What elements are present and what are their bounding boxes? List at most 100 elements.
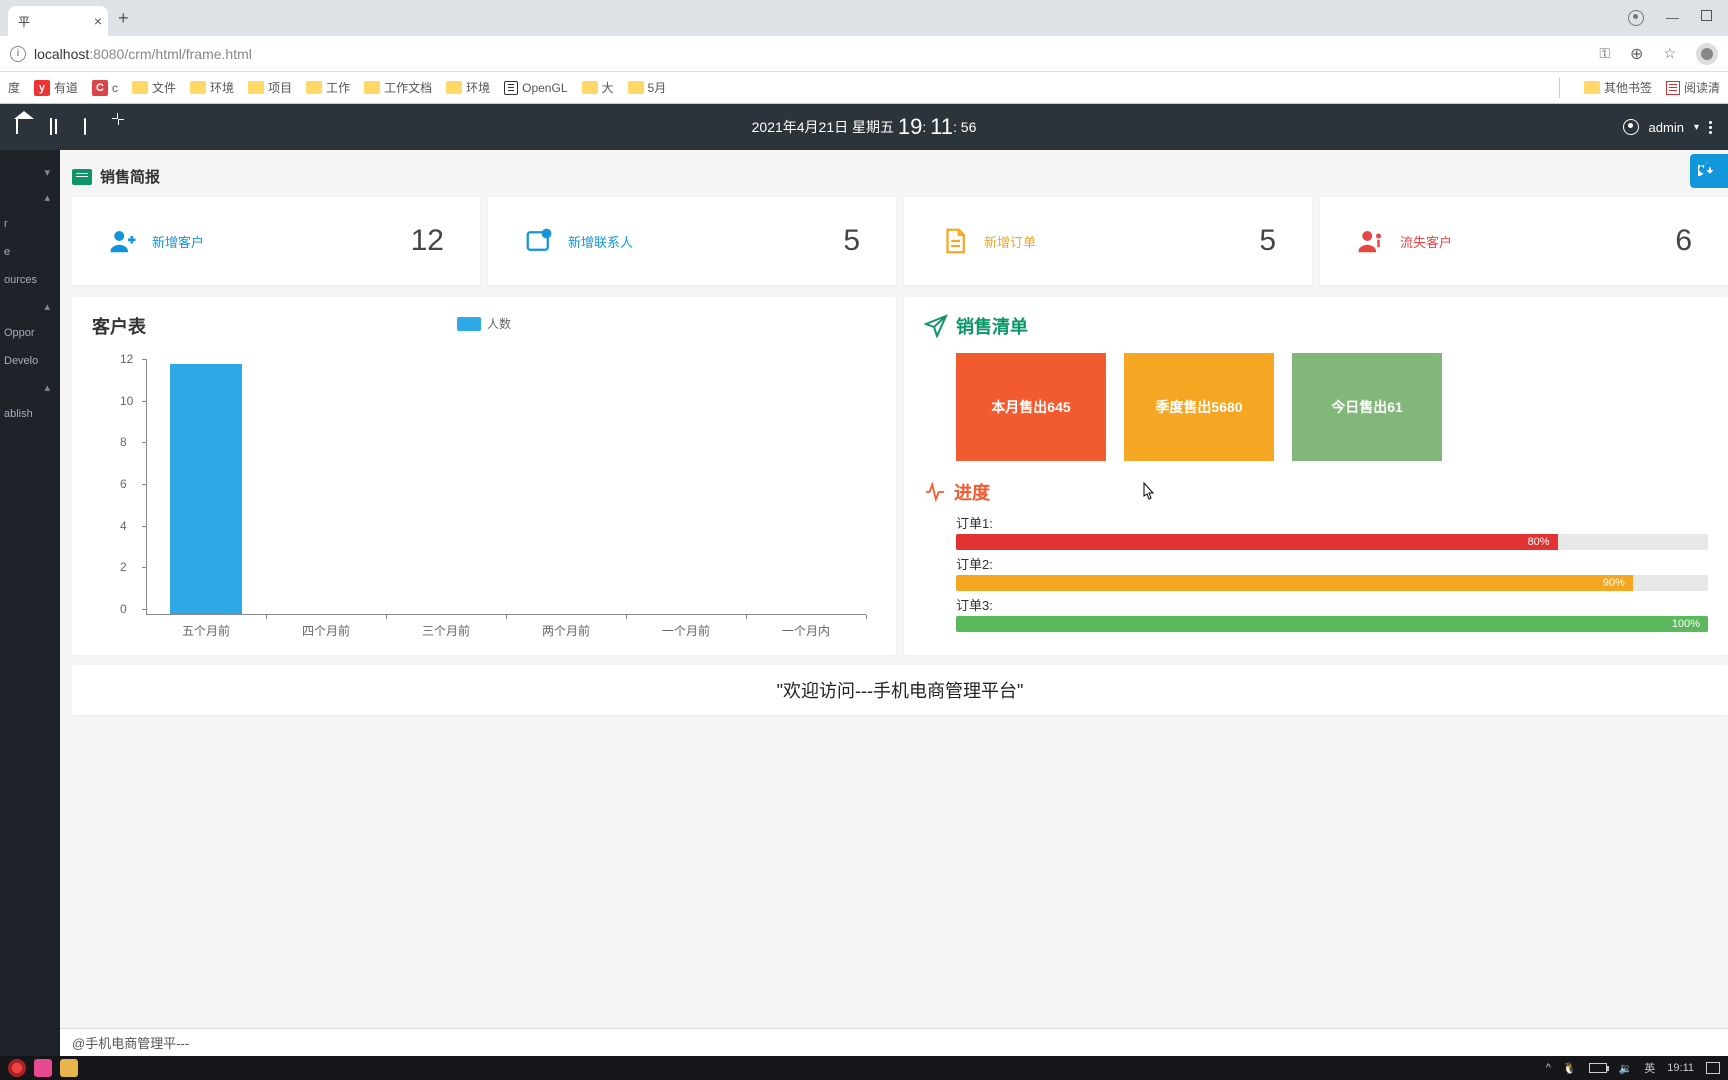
tray-volume-icon[interactable]: 🔉	[1619, 1062, 1633, 1075]
window-minimize-icon[interactable]: —	[1666, 10, 1679, 26]
bookmark-item[interactable]: 文件	[132, 79, 176, 96]
chart-legend: 人数	[457, 315, 511, 332]
new-tab-button[interactable]: +	[118, 8, 129, 29]
sidebar-item[interactable]: Oppor	[0, 319, 60, 347]
folder-icon	[306, 81, 322, 94]
stat-new-customers[interactable]: 新增客户 12	[72, 197, 480, 285]
sales-quarter-box[interactable]: 季度售出5680	[1124, 353, 1274, 461]
taskbar-app-icon[interactable]	[60, 1059, 78, 1077]
main-content: 销售简报 新增客户 12 新增联系人 5 新增订单 5 流失客户 6	[60, 150, 1728, 1056]
stat-new-orders[interactable]: 新增订单 5	[904, 197, 1312, 285]
tray-clock[interactable]: 19:11	[1667, 1062, 1694, 1074]
account-circle-icon[interactable]	[1628, 10, 1644, 26]
x-axis-label: 三个月前	[422, 622, 470, 639]
folder-icon	[132, 81, 148, 94]
more-menu-icon[interactable]	[1709, 121, 1712, 134]
sales-month-box[interactable]: 本月售出645	[956, 353, 1106, 461]
stat-lost-customers[interactable]: 流失客户 6	[1320, 197, 1728, 285]
profile-avatar-icon[interactable]	[1696, 43, 1718, 65]
sidebar-item[interactable]: r	[0, 210, 60, 238]
window-maximize-icon[interactable]	[1701, 10, 1712, 21]
sidebar-item[interactable]: Develo	[0, 347, 60, 375]
zoom-icon[interactable]: ⊕	[1630, 44, 1643, 64]
chart-title: 客户表	[92, 313, 146, 339]
sidebar-collapse-icon[interactable]: ▴	[0, 294, 60, 319]
bookmark-item[interactable]: 度	[8, 79, 20, 96]
left-sidebar: ▾ ▴ r e ources ▴ Oppor Develo ▴ ablish	[0, 150, 60, 1056]
bookmark-item[interactable]: 工作	[306, 79, 350, 96]
bookmark-item[interactable]: 大	[582, 79, 614, 96]
os-taskbar: ^ 🐧 🔉 英 19:11	[0, 1056, 1728, 1080]
browser-tab-strip: 平 × + —	[0, 0, 1728, 36]
tray-notification-icon[interactable]	[1706, 1062, 1720, 1074]
book-icon	[504, 81, 518, 95]
sidebar-item[interactable]: ources	[0, 266, 60, 294]
tray-chevron-up-icon[interactable]: ^	[1546, 1062, 1551, 1074]
username[interactable]: admin	[1649, 120, 1684, 135]
sales-panel: 销售清单 本月售出645 季度售出5680 今日售出61 进度 订单1: 80%…	[904, 297, 1728, 655]
sidebar-collapse-icon[interactable]: ▴	[0, 185, 60, 210]
taskbar-app-icon[interactable]	[8, 1059, 26, 1077]
app-toolbar: 2021年4月21日 星期五 19: 11: 56 admin ▾	[0, 104, 1728, 150]
stat-new-contacts[interactable]: 新增联系人 5	[488, 197, 896, 285]
progress-row: 订单1: 80%	[924, 513, 1708, 550]
x-axis-label: 一个月前	[662, 622, 710, 639]
folder-icon	[190, 81, 206, 94]
legend-swatch	[457, 317, 481, 331]
sidebar-toggle-icon[interactable]	[50, 119, 66, 135]
sidebar-item[interactable]: e	[0, 238, 60, 266]
browser-tab[interactable]: 平 ×	[8, 6, 108, 36]
url[interactable]: localhost:8080/crm/html/frame.html	[34, 46, 252, 62]
monitor-icon	[72, 169, 92, 185]
calendar-icon[interactable]	[84, 119, 100, 135]
stat-value: 6	[1675, 224, 1692, 258]
bookmark-other[interactable]: 其他书签	[1584, 79, 1652, 96]
password-key-icon[interactable]: ⚿	[1599, 45, 1610, 62]
bookmark-item[interactable]: 环境	[190, 79, 234, 96]
taskbar-app-icon[interactable]	[34, 1059, 52, 1077]
bookmark-item[interactable]: Cc	[92, 80, 118, 96]
user-chevron-down-icon[interactable]: ▾	[1694, 122, 1699, 133]
datetime-display: 2021年4月21日 星期五 19: 11: 56	[752, 114, 977, 140]
tray-penguin-icon[interactable]: 🐧	[1563, 1062, 1577, 1075]
bookmark-item[interactable]: 工作文档	[364, 79, 432, 96]
bookmark-star-icon[interactable]: ☆	[1663, 45, 1676, 62]
welcome-marquee: "欢迎访问---手机电商管理平台"	[72, 665, 1728, 715]
contact-icon	[524, 226, 554, 256]
sidebar-item[interactable]: ablish	[0, 400, 60, 428]
home-icon[interactable]	[16, 119, 32, 135]
chart-bar[interactable]	[170, 364, 242, 614]
c-icon: C	[92, 80, 108, 96]
bookmarks-bar: 度 y有道 Cc 文件 环境 项目 工作 工作文档 环境 OpenGL 大 5月…	[0, 72, 1728, 104]
bookmark-item[interactable]: 项目	[248, 79, 292, 96]
bookmarks-separator	[1559, 78, 1560, 98]
cloud-sync-button[interactable]	[1690, 154, 1728, 188]
bookmark-item[interactable]: 5月	[628, 79, 667, 96]
sales-list-title: 销售清单	[956, 313, 1028, 339]
site-info-icon[interactable]: i	[10, 46, 26, 62]
fullscreen-icon[interactable]	[118, 119, 134, 135]
folder-icon	[446, 81, 462, 94]
tray-battery-icon[interactable]	[1589, 1063, 1607, 1073]
progress-title: 进度	[954, 479, 990, 505]
youdao-icon: y	[34, 80, 50, 96]
stat-value: 5	[1259, 224, 1276, 258]
bookmark-item[interactable]: y有道	[34, 79, 78, 96]
progress-fill: 90%	[956, 575, 1633, 591]
bookmark-item[interactable]: 环境	[446, 79, 490, 96]
bookmark-item[interactable]: OpenGL	[504, 81, 567, 95]
stat-label: 新增客户	[152, 232, 204, 251]
folder-icon	[1584, 81, 1600, 94]
sidebar-collapse-icon[interactable]: ▴	[0, 375, 60, 400]
tab-close-icon[interactable]: ×	[94, 13, 102, 29]
stat-label: 新增联系人	[568, 232, 633, 251]
document-icon	[940, 226, 970, 256]
folder-icon	[248, 81, 264, 94]
tray-ime[interactable]: 英	[1644, 1060, 1655, 1076]
reading-list[interactable]: 阅读清	[1666, 79, 1720, 96]
sales-today-box[interactable]: 今日售出61	[1292, 353, 1442, 461]
folder-icon	[364, 81, 380, 94]
x-axis-label: 一个月内	[782, 622, 830, 639]
stat-label: 流失客户	[1400, 232, 1452, 251]
sidebar-collapse-icon[interactable]: ▾	[0, 160, 60, 185]
